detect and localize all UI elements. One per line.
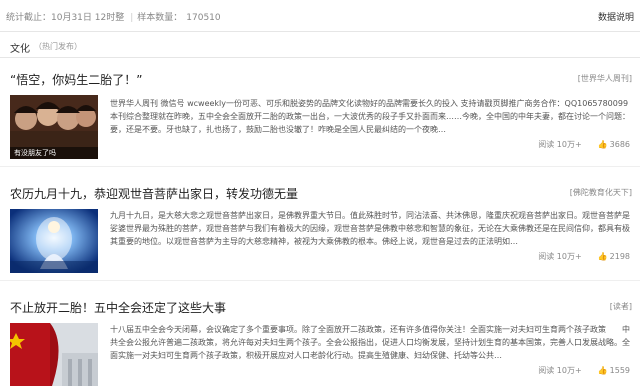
article-stats: 阅读 10万+ 👍 3686 — [538, 139, 630, 150]
article-source[interactable]: [世界华人周刊] — [578, 73, 632, 84]
article-thumbnail[interactable] — [10, 323, 98, 386]
read-count: 阅读 10万+ — [538, 140, 582, 149]
stat-count-value: 170510 — [186, 13, 221, 23]
read-count: 阅读 10万+ — [538, 366, 582, 375]
article-source[interactable]: [读者] — [610, 301, 632, 312]
thumbnail-caption: 有没朋友了吗 — [14, 149, 56, 157]
article-summary: 十八届五中全会今天闭幕，会议确定了多个重要事项。除了全面放开二孩政策，还有许多值… — [110, 325, 630, 360]
article-title[interactable]: 不止放开二胎！五中全会还定了这些大事 — [10, 299, 226, 316]
category-title: 文化 — [10, 44, 30, 55]
category-subtitle: （热门发布） — [34, 42, 82, 51]
category-header: 文化 （热门发布） — [0, 32, 640, 58]
thumbs-up-icon: 👍 — [597, 140, 608, 149]
article-thumbnail[interactable] — [10, 209, 98, 273]
like-count: 2198 — [609, 252, 630, 261]
thumbnail-image — [10, 209, 98, 273]
stat-count-label: 样本数量： — [137, 13, 183, 23]
stats-summary: 统计截止：10月31日 12时整 | 样本数量： 170510 — [6, 10, 225, 23]
article-item[interactable]: “悟空，你妈生二胎了！” [世界华人周刊] 有没朋友了吗 世界华人周刊 微信号 … — [0, 59, 640, 167]
thumbnail-image — [10, 323, 98, 386]
article-title[interactable]: 农历九月十九，恭迎观世音菩萨出家日，转发功德无量 — [10, 185, 298, 202]
article-stats: 阅读 10万+ 👍 2198 — [538, 251, 630, 262]
top-stats-bar: 统计截止：10月31日 12时整 | 样本数量： 170510 数据说明 — [0, 0, 640, 32]
article-item[interactable]: 不止放开二胎！五中全会还定了这些大事 [读者] 十八届五中全会今天闭幕，会议确定… — [0, 281, 640, 386]
like-count: 3686 — [609, 140, 630, 149]
article-title[interactable]: “悟空，你妈生二胎了！” — [10, 71, 142, 88]
thumbs-up-icon: 👍 — [597, 252, 608, 261]
thumbs-up-icon: 👍 — [597, 366, 608, 375]
article-thumbnail[interactable]: 有没朋友了吗 — [10, 95, 98, 159]
data-description-link[interactable]: 数据说明 — [598, 10, 634, 23]
article-item[interactable]: 农历九月十九，恭迎观世音菩萨出家日，转发功德无量 [佛陀教育化天下] 九月十九日… — [0, 167, 640, 281]
stats-divider: | — [130, 13, 134, 23]
like-count: 1559 — [609, 366, 630, 375]
article-summary: 世界华人周刊 微信号 wcweekly一份可恶、可乐和脱姿势的品牌文化读物好的品… — [110, 99, 630, 134]
stat-deadline: 统计截止：10月31日 12时整 — [6, 13, 125, 23]
read-count: 阅读 10万+ — [538, 252, 582, 261]
article-source[interactable]: [佛陀教育化天下] — [570, 187, 632, 198]
article-stats: 阅读 10万+ 👍 1559 — [538, 365, 630, 376]
